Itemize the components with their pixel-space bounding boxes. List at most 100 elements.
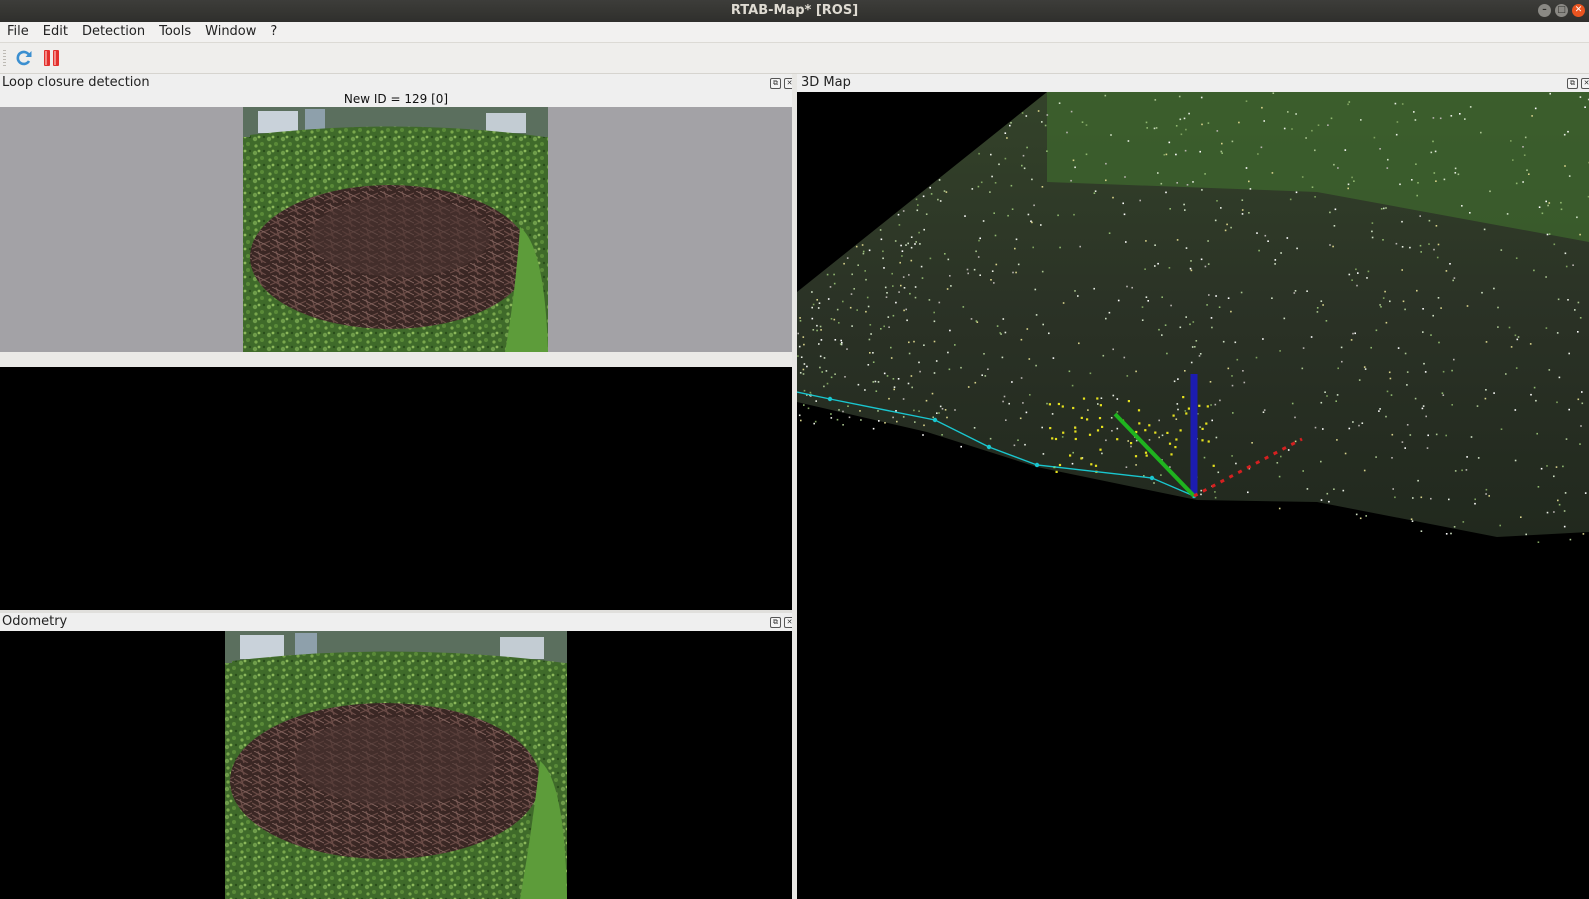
point [1272, 92, 1275, 94]
splitter-horizontal-2[interactable] [0, 610, 792, 613]
point [1199, 150, 1201, 153]
splitter-horizontal[interactable] [0, 352, 792, 367]
point [1347, 103, 1349, 106]
float-icon[interactable]: ⧉ [1567, 78, 1578, 89]
point [1314, 196, 1316, 198]
point [1401, 246, 1404, 248]
point [1214, 219, 1217, 222]
point [1183, 203, 1185, 206]
point [1433, 172, 1436, 174]
loop-closure-image-view[interactable] [0, 107, 792, 352]
point [1357, 272, 1359, 274]
point [1062, 302, 1065, 304]
point [908, 274, 910, 276]
point [1350, 339, 1353, 341]
menu-edit[interactable]: Edit [36, 22, 75, 42]
point [1569, 538, 1572, 541]
point [1260, 146, 1263, 149]
point [885, 296, 888, 298]
point [1419, 244, 1422, 247]
point [1044, 124, 1047, 127]
feature-point [1086, 418, 1089, 421]
point [1168, 267, 1171, 269]
point [994, 234, 997, 237]
point [862, 252, 865, 255]
maximize-icon[interactable]: □ [1555, 4, 1568, 17]
point [1326, 492, 1329, 495]
point [1070, 179, 1072, 182]
float-icon[interactable]: ⧉ [770, 617, 781, 628]
point [884, 422, 886, 424]
menu-file[interactable]: File [0, 22, 36, 42]
point [987, 368, 989, 370]
point [1020, 377, 1023, 379]
refresh-button[interactable] [14, 48, 34, 68]
point [1154, 99, 1157, 101]
point [834, 339, 837, 341]
point [867, 305, 870, 308]
point [1322, 304, 1324, 306]
menu-help[interactable]: ? [263, 22, 284, 42]
point [1161, 334, 1163, 336]
point [1059, 246, 1061, 249]
point [1017, 263, 1020, 266]
point [1555, 466, 1558, 468]
feature-point [1116, 438, 1119, 441]
point [1505, 373, 1507, 375]
point [1577, 398, 1580, 401]
point [1200, 258, 1203, 261]
close-icon[interactable]: ✕ [1572, 4, 1585, 17]
point [861, 244, 864, 246]
point [890, 357, 893, 359]
menu-detection[interactable]: Detection [75, 22, 152, 42]
point [1040, 224, 1042, 226]
pause-button[interactable] [42, 48, 62, 68]
point [1116, 398, 1119, 400]
point [840, 339, 842, 342]
point [1547, 204, 1549, 207]
point [1071, 462, 1074, 465]
trajectory-node [986, 444, 992, 450]
point [1413, 111, 1415, 113]
close-icon[interactable]: ✕ [1581, 78, 1589, 89]
point [960, 445, 962, 448]
float-icon[interactable]: ⧉ [770, 78, 781, 89]
point [1437, 297, 1440, 299]
point [868, 338, 871, 341]
point [1563, 133, 1566, 136]
point [1219, 399, 1221, 402]
point [1436, 256, 1439, 259]
point [1234, 341, 1237, 344]
toolbar-handle[interactable] [3, 50, 6, 67]
point [888, 326, 890, 328]
point [1536, 432, 1538, 435]
point [1451, 404, 1453, 406]
point [1294, 416, 1296, 419]
point [1007, 214, 1009, 217]
point [938, 412, 940, 414]
point [936, 412, 938, 414]
point [1130, 445, 1132, 448]
point [899, 261, 901, 264]
point [989, 437, 992, 440]
point [1454, 167, 1457, 170]
map3d-view[interactable] [797, 92, 1589, 899]
point [1531, 115, 1533, 117]
loop-closure-match-view[interactable] [0, 367, 792, 610]
menu-tools[interactable]: Tools [152, 22, 198, 42]
point [1568, 175, 1571, 177]
point [859, 410, 861, 412]
point [1112, 348, 1114, 351]
menu-window[interactable]: Window [198, 22, 263, 42]
feature-point [1168, 442, 1172, 445]
point [1245, 100, 1248, 102]
point [1220, 150, 1223, 153]
feature-point [1170, 453, 1173, 456]
point [1435, 433, 1438, 436]
odometry-image-view[interactable] [0, 631, 792, 899]
point [1454, 470, 1457, 472]
map3d-dock-buttons: ⧉ ✕ [1567, 78, 1589, 89]
point [1093, 192, 1096, 194]
minimize-icon[interactable]: – [1538, 4, 1551, 17]
point [1135, 464, 1137, 466]
